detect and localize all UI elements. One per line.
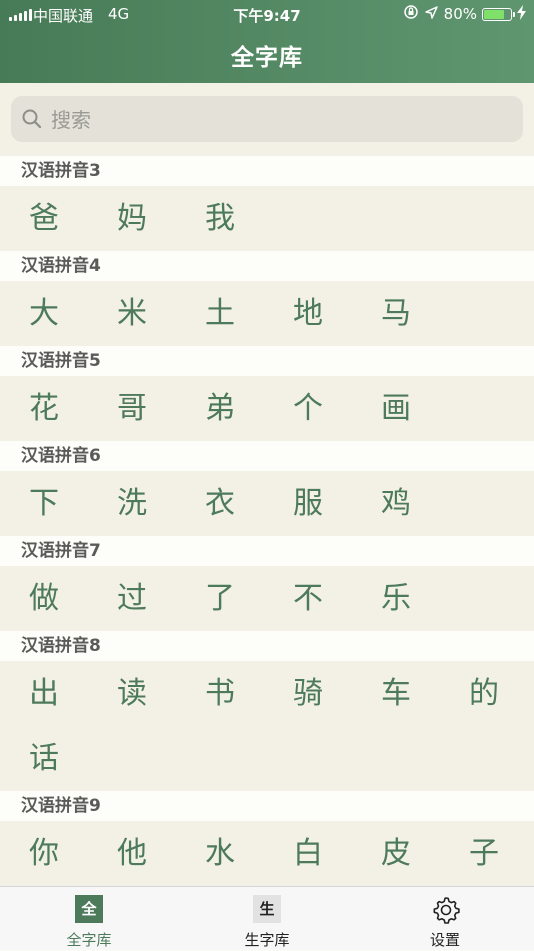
character-grid: 下洗衣服鸡: [0, 471, 534, 536]
character-cell[interactable]: 洗: [88, 471, 176, 536]
character-cell[interactable]: 话: [0, 726, 88, 791]
status-right: 80%: [403, 4, 526, 24]
section-header: 汉语拼音4: [0, 251, 534, 281]
character-cell[interactable]: 了: [176, 566, 264, 631]
all-characters-icon: 全: [75, 895, 103, 923]
tab-settings[interactable]: 设置: [356, 887, 534, 951]
search-input[interactable]: [49, 96, 513, 144]
character-cell[interactable]: 画: [352, 376, 440, 441]
character-cell[interactable]: 他: [88, 821, 176, 886]
character-cell[interactable]: 爸: [0, 186, 88, 251]
tab-label: 全字库: [66, 931, 112, 949]
page-title: 全字库: [231, 45, 303, 71]
character-cell[interactable]: 个: [264, 376, 352, 441]
character-cell[interactable]: 白: [264, 821, 352, 886]
section-header: 汉语拼音8: [0, 631, 534, 661]
character-grid: 花哥弟个画: [0, 376, 534, 441]
search-box[interactable]: [11, 96, 523, 144]
character-cell[interactable]: 读: [88, 661, 176, 726]
new-characters-icon: 生: [253, 895, 281, 923]
search-bar: [0, 83, 534, 156]
status-bar: 中国联通 4G 下午9:47 80%: [0, 0, 534, 28]
character-grid: 做过了不乐: [0, 566, 534, 631]
tab-bar: 全 全字库 生 生字库 设置: [0, 886, 534, 950]
character-cell[interactable]: 骑: [264, 661, 352, 726]
character-grid: 出读书骑车的话: [0, 661, 534, 791]
search-icon: [21, 108, 43, 134]
battery-percent: 80%: [443, 5, 477, 23]
character-cell[interactable]: 马: [352, 281, 440, 346]
character-cell[interactable]: 大: [0, 281, 88, 346]
tab-all-characters[interactable]: 全 全字库: [0, 887, 178, 951]
tab-label: 生字库: [244, 931, 290, 949]
character-cell[interactable]: 做: [0, 566, 88, 631]
character-cell[interactable]: 不: [264, 566, 352, 631]
character-cell[interactable]: 妈: [88, 186, 176, 251]
character-cell[interactable]: 乐: [352, 566, 440, 631]
character-cell[interactable]: 服: [264, 471, 352, 536]
character-cell[interactable]: 米: [88, 281, 176, 346]
charging-icon: [517, 4, 526, 24]
character-cell[interactable]: 的: [440, 661, 528, 726]
section-header: 汉语拼音9: [0, 791, 534, 821]
character-cell[interactable]: 车: [352, 661, 440, 726]
character-cell[interactable]: 水: [176, 821, 264, 886]
character-cell[interactable]: 花: [0, 376, 88, 441]
character-cell[interactable]: 皮: [352, 821, 440, 886]
section-header: 汉语拼音3: [0, 156, 534, 186]
location-icon: [424, 5, 439, 24]
character-grid: 你他水白皮子: [0, 821, 534, 886]
character-cell[interactable]: 下: [0, 471, 88, 536]
character-cell[interactable]: 子: [440, 821, 528, 886]
character-list: 汉语拼音3 爸妈我汉语拼音4 大米土地马汉语拼音5 花哥弟个画汉语拼音6 下洗衣服鸡汉语…: [0, 156, 534, 886]
section-header: 汉语拼音6: [0, 441, 534, 471]
character-cell[interactable]: 弟: [176, 376, 264, 441]
character-grid: 爸妈我: [0, 186, 534, 251]
orientation-lock-icon: [403, 4, 419, 24]
app-header: 中国联通 4G 下午9:47 80% 全字库: [0, 0, 534, 83]
character-cell[interactable]: 出: [0, 661, 88, 726]
section-header: 汉语拼音7: [0, 536, 534, 566]
section-header: 汉语拼音5: [0, 346, 534, 376]
gear-icon: [431, 895, 460, 924]
character-cell[interactable]: 鸡: [352, 471, 440, 536]
tab-label: 设置: [429, 931, 460, 949]
character-cell[interactable]: 我: [176, 186, 264, 251]
tab-new-characters[interactable]: 生 生字库: [178, 887, 356, 951]
battery-icon: [482, 7, 515, 21]
character-cell[interactable]: 地: [264, 281, 352, 346]
character-cell[interactable]: 过: [88, 566, 176, 631]
character-cell[interactable]: 衣: [176, 471, 264, 536]
character-cell[interactable]: 你: [0, 821, 88, 886]
character-cell[interactable]: 书: [176, 661, 264, 726]
character-cell[interactable]: 土: [176, 281, 264, 346]
character-grid: 大米土地马: [0, 281, 534, 346]
character-cell[interactable]: 哥: [88, 376, 176, 441]
